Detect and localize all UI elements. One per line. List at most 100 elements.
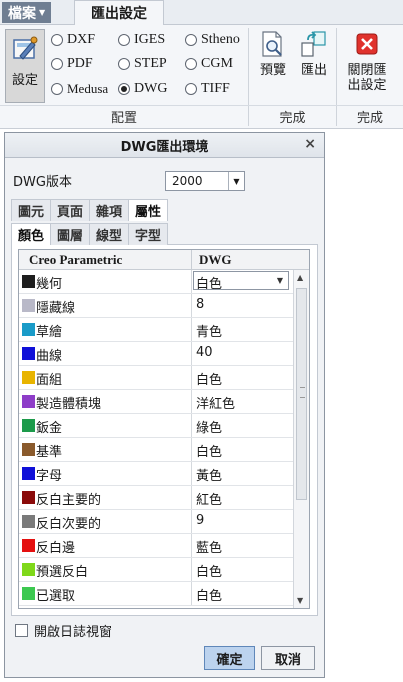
dwg-color-value[interactable]: 8 — [196, 297, 204, 312]
group-label-config: 配置 — [110, 110, 137, 126]
format-radio-iges[interactable]: IGES — [118, 32, 165, 48]
creo-entity-name: 基準 — [36, 445, 63, 460]
dialog-title: DWG匯出環境 — [120, 139, 209, 155]
dwg-color-value[interactable]: 紅色 — [196, 489, 222, 508]
radio-indicator — [51, 58, 63, 70]
tab-colors[interactable]: 顏色 — [11, 223, 52, 245]
table-row[interactable]: 字母 黃色 — [19, 462, 293, 486]
color-swatch — [22, 323, 35, 336]
ribbon-divider — [0, 105, 403, 106]
table-row[interactable]: 已選取 白色 — [19, 582, 293, 606]
dwg-color-value[interactable]: 綠色 — [196, 417, 222, 436]
settings-icon — [13, 36, 38, 60]
column-divider — [191, 510, 192, 533]
grip-icon — [300, 387, 305, 398]
chevron-down-icon[interactable]: ▼ — [273, 273, 287, 288]
dwg-color-value[interactable]: 白色 — [196, 585, 222, 604]
table-row[interactable]: 草繪 青色 — [19, 318, 293, 342]
export-settings-tab[interactable]: 匯出設定 — [74, 0, 164, 25]
format-radio-dwg[interactable]: DWG — [118, 81, 167, 97]
column-divider — [191, 534, 192, 557]
format-radio-medusa[interactable]: Medusa — [51, 81, 108, 97]
dwg-color-value[interactable]: 黃色 — [196, 465, 222, 484]
dwg-color-value: 白色 — [196, 277, 223, 292]
table-row[interactable]: 曲線 40 — [19, 342, 293, 366]
dwg-color-value[interactable]: 白色 — [196, 441, 222, 460]
dwg-export-dialog: DWG匯出環境 × DWG版本 2000 ▼ 圖元 頁面 雜項 屬性 顏色 圖層… — [4, 132, 325, 678]
creo-entity-name: 曲線 — [36, 349, 63, 364]
dialog-titlebar[interactable]: DWG匯出環境 × — [5, 133, 324, 158]
format-radio-tiff[interactable]: TIFF — [185, 81, 230, 97]
format-radio-stheno[interactable]: Stheno — [185, 32, 240, 48]
dwg-color-value[interactable]: 青色 — [196, 321, 222, 340]
tab-page[interactable]: 頁面 — [50, 199, 91, 221]
column-divider — [191, 270, 192, 293]
format-label: IGES — [134, 32, 166, 47]
table-row[interactable]: 反白主要的 紅色 — [19, 486, 293, 510]
scroll-up-icon[interactable]: ▲ — [297, 273, 303, 282]
column-divider — [191, 558, 192, 581]
table-row[interactable]: 隱藏線 8 — [19, 294, 293, 318]
close-export-settings-button[interactable]: 關閉匯出設定 — [342, 29, 392, 93]
column-divider — [191, 390, 192, 413]
vertical-scrollbar[interactable]: ▲ ▼ — [293, 270, 309, 608]
table-row[interactable]: 鈑金 綠色 — [19, 414, 293, 438]
export-button[interactable]: 匯出 — [296, 29, 332, 78]
format-label: Medusa — [67, 81, 109, 96]
format-radio-cgm[interactable]: CGM — [185, 56, 233, 72]
dwg-color-value[interactable]: 白色 — [196, 561, 222, 580]
table-row[interactable]: 面組 白色 — [19, 366, 293, 390]
dwg-color-value[interactable]: 白色 — [196, 369, 222, 388]
group-label-finish: 完成 — [279, 110, 306, 126]
table-row[interactable]: 反白邊 藍色 — [19, 534, 293, 558]
dwg-color-value[interactable]: 9 — [196, 513, 204, 528]
creo-entity-name: 預選反白 — [36, 565, 89, 580]
tab-properties[interactable]: 屬性 — [128, 199, 169, 221]
color-swatch — [22, 299, 35, 312]
color-swatch — [22, 395, 35, 408]
color-swatch — [22, 539, 35, 552]
dwg-version-label: DWG版本 — [13, 175, 72, 190]
tab-fonts[interactable]: 字型 — [128, 223, 169, 245]
table-row[interactable]: 幾何 白色 ▼ — [19, 270, 293, 294]
format-radio-pdf[interactable]: PDF — [51, 56, 93, 72]
dwg-color-value[interactable]: 藍色 — [196, 537, 222, 556]
settings-button[interactable]: 設定 — [5, 29, 45, 103]
close-icon[interactable]: × — [304, 136, 316, 152]
column-divider — [191, 414, 192, 437]
preview-button[interactable]: 預覽 — [256, 29, 290, 78]
open-log-checkbox[interactable]: 開啟日誌視窗 — [15, 621, 112, 640]
scroll-down-icon[interactable]: ▼ — [297, 596, 303, 605]
table-row[interactable]: 基準 白色 — [19, 438, 293, 462]
chevron-down-icon: ▼ — [39, 8, 46, 17]
ribbon-tabs: 檔案 ▼ 匯出設定 — [0, 0, 403, 25]
table-row[interactable]: 製造體積塊 洋紅色 — [19, 390, 293, 414]
dwg-version-select[interactable]: 2000 ▼ — [165, 171, 245, 191]
format-radio-dxf[interactable]: DXF — [51, 32, 95, 48]
column-divider — [191, 486, 192, 509]
tab-entities[interactable]: 圖元 — [11, 199, 52, 221]
open-log-label: 開啟日誌視窗 — [34, 625, 113, 640]
tab-linetypes[interactable]: 線型 — [89, 223, 130, 245]
table-header: Creo Parametric DWG — [19, 250, 309, 270]
file-tab[interactable]: 檔案 ▼ — [2, 2, 52, 23]
tab-misc[interactable]: 雜項 — [89, 199, 130, 221]
format-radio-step[interactable]: STEP — [118, 56, 167, 72]
color-swatch — [22, 587, 35, 600]
cancel-button[interactable]: 取消 — [261, 646, 315, 670]
creo-entity-name: 草繪 — [36, 325, 63, 340]
chevron-down-icon[interactable]: ▼ — [228, 172, 244, 190]
table-row[interactable]: 預選反白 白色 — [19, 558, 293, 582]
checkbox-indicator — [15, 624, 28, 637]
creo-entity-name: 字母 — [36, 469, 63, 484]
dwg-color-select[interactable]: 白色 ▼ — [193, 271, 289, 292]
dwg-color-value[interactable]: 洋紅色 — [196, 393, 235, 412]
tab-layers[interactable]: 圖層 — [50, 223, 91, 245]
file-tab-label: 檔案 — [8, 5, 36, 22]
color-swatch — [22, 275, 35, 288]
ok-button[interactable]: 確定 — [204, 646, 255, 670]
dwg-color-value[interactable]: 40 — [196, 345, 213, 360]
color-swatch — [22, 419, 35, 432]
table-row[interactable]: 反白次要的 9 — [19, 510, 293, 534]
scrollbar-thumb[interactable] — [296, 288, 307, 500]
